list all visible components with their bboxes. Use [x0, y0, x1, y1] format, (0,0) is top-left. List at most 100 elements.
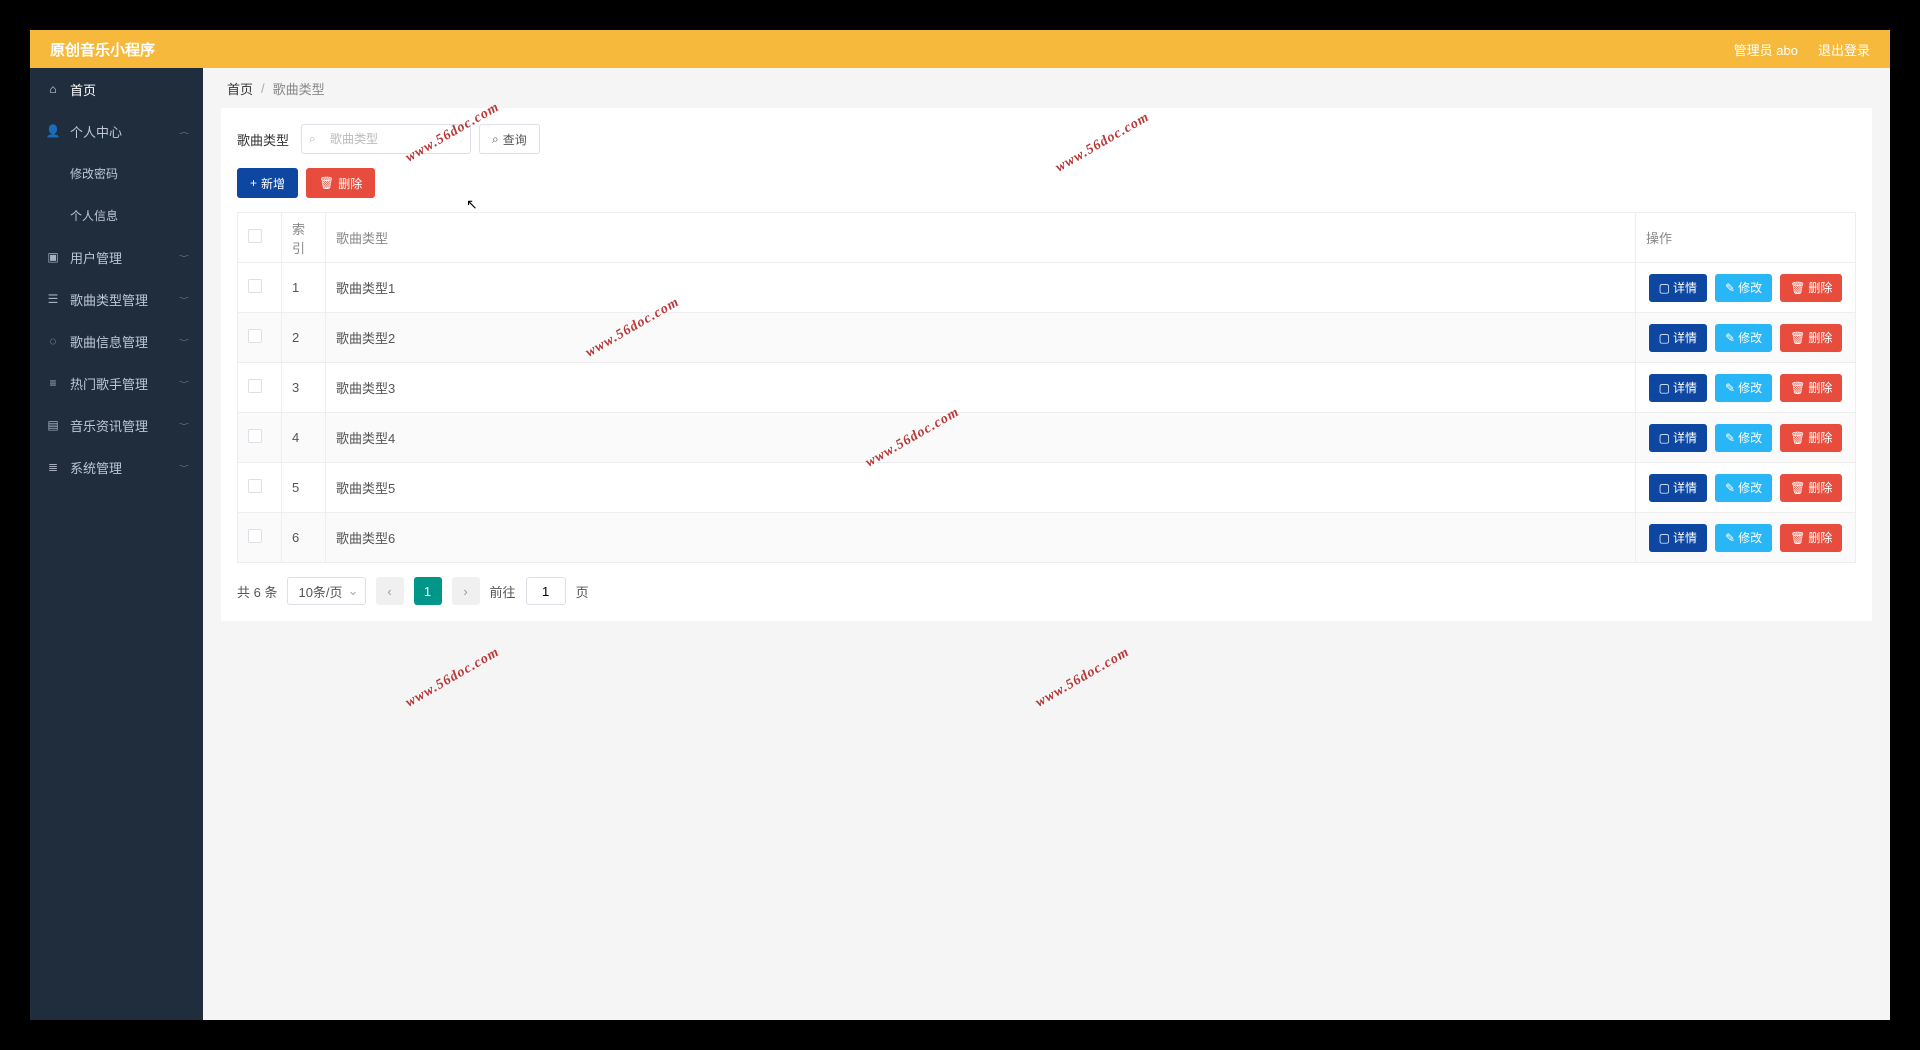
edit-icon: ✎: [1725, 531, 1735, 545]
sidebar-item-change-password[interactable]: 修改密码: [30, 152, 203, 194]
search-icon: ⌕: [309, 132, 316, 147]
pagination: 共 6 条 10条/页 ‹ 1 › 前往 页: [237, 577, 1856, 605]
row-checkbox[interactable]: [248, 379, 262, 393]
trash-icon: 🗑: [1790, 381, 1805, 395]
goto-input[interactable]: [526, 577, 566, 605]
row-checkbox[interactable]: [248, 279, 262, 293]
table-header-row: 索引 歌曲类型 操作: [238, 213, 1856, 263]
edit-button[interactable]: ✎ 修改: [1715, 524, 1772, 552]
button-label: 删除: [338, 175, 362, 192]
detail-button[interactable]: ▢ 详情: [1649, 474, 1707, 502]
detail-button[interactable]: ▢ 详情: [1649, 374, 1707, 402]
edit-icon: ✎: [1725, 331, 1735, 345]
edit-icon: ✎: [1725, 431, 1735, 445]
table-row: 2歌曲类型2▢ 详情✎ 修改🗑 删除: [238, 313, 1856, 363]
chevron-down-icon: ﹀: [179, 337, 189, 346]
trash-icon: 🗑: [1790, 481, 1805, 495]
row-delete-button[interactable]: 🗑 删除: [1780, 374, 1842, 402]
button-label: 查询: [503, 131, 527, 148]
trash-icon: 🗑: [1790, 531, 1805, 545]
sidebar-item-personal-info[interactable]: 个人信息: [30, 194, 203, 236]
cell-index: 3: [282, 363, 326, 413]
chevron-down-icon: ﹀: [179, 463, 189, 472]
col-index: 索引: [282, 213, 326, 263]
edit-button[interactable]: ✎ 修改: [1715, 374, 1772, 402]
doc-icon: ▢: [1659, 331, 1670, 345]
query-button[interactable]: ⌕ 查询: [479, 124, 540, 154]
edit-button[interactable]: ✎ 修改: [1715, 424, 1772, 452]
delete-button[interactable]: 🗑 删除: [306, 168, 375, 198]
breadcrumb-current: 歌曲类型: [273, 79, 325, 98]
chevron-down-icon: ﹀: [179, 379, 189, 388]
button-label: 新增: [261, 175, 285, 192]
page-total: 共 6 条: [237, 582, 277, 601]
header-admin[interactable]: 管理员 abo: [1734, 40, 1798, 59]
row-checkbox[interactable]: [248, 329, 262, 343]
trash-icon: 🗑: [1790, 281, 1805, 295]
page-prev[interactable]: ‹: [376, 577, 404, 605]
cell-type: 歌曲类型5: [326, 463, 1636, 513]
row-delete-button[interactable]: 🗑 删除: [1780, 324, 1842, 352]
sidebar-item-system-mgmt[interactable]: ≣ 系统管理 ﹀: [30, 446, 203, 488]
cell-index: 4: [282, 413, 326, 463]
sidebar-item-song-info-mgmt[interactable]: ◌ 歌曲信息管理 ﹀: [30, 320, 203, 362]
chevron-up-icon: ︿: [179, 127, 189, 136]
chevron-down-icon: ﹀: [179, 295, 189, 304]
breadcrumb-home[interactable]: 首页: [227, 79, 253, 98]
cell-type: 歌曲类型3: [326, 363, 1636, 413]
row-checkbox[interactable]: [248, 479, 262, 493]
sidebar: ⌂ 首页 👤 个人中心 ︿ 修改密码 个人信息 ▣ 用户管理 ﹀ ☰ 歌曲类型管…: [30, 68, 203, 1020]
data-table: 索引 歌曲类型 操作 1歌曲类型1▢ 详情✎ 修改🗑 删除2歌曲类型2▢ 详情✎…: [237, 212, 1856, 563]
page-next[interactable]: ›: [452, 577, 480, 605]
sidebar-item-label: 用户管理: [70, 248, 122, 267]
search-input[interactable]: [301, 124, 471, 154]
main-panel: 歌曲类型 ⌕ ⌕ 查询 + 新增 🗑: [221, 108, 1872, 621]
sidebar-item-label: 歌曲信息管理: [70, 332, 148, 351]
sidebar-item-personal[interactable]: 👤 个人中心 ︿: [30, 110, 203, 152]
detail-button[interactable]: ▢ 详情: [1649, 524, 1707, 552]
row-delete-button[interactable]: 🗑 删除: [1780, 424, 1842, 452]
chevron-down-icon: ﹀: [179, 421, 189, 430]
sidebar-item-label: 热门歌手管理: [70, 374, 148, 393]
sidebar-item-music-news-mgmt[interactable]: ▤ 音乐资讯管理 ﹀: [30, 404, 203, 446]
row-checkbox[interactable]: [248, 529, 262, 543]
sidebar-item-user-mgmt[interactable]: ▣ 用户管理 ﹀: [30, 236, 203, 278]
category-icon: ☰: [46, 292, 60, 306]
sidebar-item-song-type-mgmt[interactable]: ☰ 歌曲类型管理 ﹀: [30, 278, 203, 320]
cell-type: 歌曲类型1: [326, 263, 1636, 313]
cell-type: 歌曲类型6: [326, 513, 1636, 563]
plus-icon: +: [250, 176, 257, 190]
page-size-select[interactable]: 10条/页: [287, 577, 365, 605]
app-header: 原创音乐小程序 管理员 abo 退出登录: [30, 30, 1890, 68]
news-icon: ▤: [46, 418, 60, 432]
doc-icon: ▢: [1659, 281, 1670, 295]
doc-icon: ▢: [1659, 531, 1670, 545]
edit-button[interactable]: ✎ 修改: [1715, 274, 1772, 302]
edit-button[interactable]: ✎ 修改: [1715, 474, 1772, 502]
cell-type: 歌曲类型2: [326, 313, 1636, 363]
sidebar-item-label: 个人信息: [70, 207, 118, 224]
sidebar-item-hot-singer-mgmt[interactable]: ≡ 热门歌手管理 ﹀: [30, 362, 203, 404]
breadcrumb: 首页 / 歌曲类型: [203, 68, 1890, 108]
header-logout[interactable]: 退出登录: [1818, 40, 1870, 59]
sidebar-item-label: 修改密码: [70, 165, 118, 182]
home-icon: ⌂: [46, 82, 60, 96]
cell-index: 6: [282, 513, 326, 563]
detail-button[interactable]: ▢ 详情: [1649, 274, 1707, 302]
select-all-checkbox[interactable]: [248, 229, 262, 243]
page-current[interactable]: 1: [414, 577, 442, 605]
sidebar-item-home[interactable]: ⌂ 首页: [30, 68, 203, 110]
row-delete-button[interactable]: 🗑 删除: [1780, 274, 1842, 302]
row-checkbox[interactable]: [248, 429, 262, 443]
row-delete-button[interactable]: 🗑 删除: [1780, 524, 1842, 552]
row-delete-button[interactable]: 🗑 删除: [1780, 474, 1842, 502]
sidebar-item-label: 音乐资讯管理: [70, 416, 148, 435]
edit-button[interactable]: ✎ 修改: [1715, 324, 1772, 352]
user-icon: 👤: [46, 124, 60, 138]
table-row: 5歌曲类型5▢ 详情✎ 修改🗑 删除: [238, 463, 1856, 513]
search-label: 歌曲类型: [237, 130, 289, 149]
detail-button[interactable]: ▢ 详情: [1649, 324, 1707, 352]
detail-button[interactable]: ▢ 详情: [1649, 424, 1707, 452]
sidebar-item-label: 歌曲类型管理: [70, 290, 148, 309]
add-button[interactable]: + 新增: [237, 168, 298, 198]
